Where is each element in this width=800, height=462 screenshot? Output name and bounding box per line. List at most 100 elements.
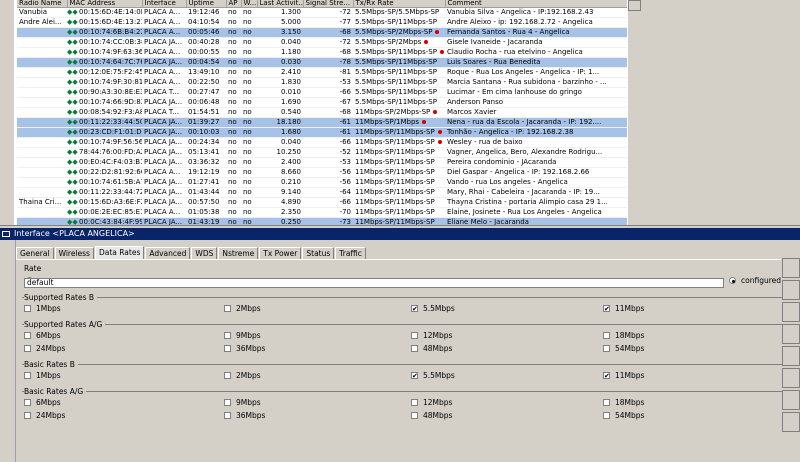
window-icon <box>2 231 10 237</box>
column-header[interactable]: Interface <box>142 0 187 8</box>
rate-checkbox[interactable] <box>24 332 31 339</box>
cell-iface: PLACA JA... <box>142 147 186 158</box>
cell-last: 1.680 <box>257 127 303 138</box>
table-row[interactable]: ◆◆00:23:CD:F1:01:D2 PLACA JA... 00:10:03 no… <box>17 127 627 138</box>
table-row[interactable]: ◆◆00:10:74:64:7C:76 PLACA JA... 00:04:54 no… <box>17 57 627 68</box>
cell-name: Thaina Cri... <box>17 197 67 208</box>
rate-checkbox[interactable] <box>603 332 610 339</box>
tab-wds[interactable]: WDS <box>191 247 218 259</box>
rate-checkbox[interactable] <box>603 399 610 406</box>
rate-checkbox[interactable] <box>224 412 231 419</box>
cell-last: 8.660 <box>257 167 303 178</box>
table-row[interactable]: ◆◆00:90:A3:30:8E:E3 PLACA T... 00:27:47 no n… <box>17 87 627 98</box>
table-row[interactable]: ◆◆00:10:74:61:5B:A7 PLACA JA... 01:27:41 no… <box>17 177 627 188</box>
cell-ap: no <box>226 157 241 168</box>
table-row[interactable]: ◆◆00:0E:2E:EC:85:E1 PLACA A... 01:05:38 no n… <box>17 207 627 218</box>
tab-wireless[interactable]: Wireless <box>54 247 94 259</box>
rate-checkbox[interactable] <box>411 412 418 419</box>
cell-uptime: 00:00:55 <box>186 47 226 58</box>
tab-nstreme[interactable]: Nstreme <box>218 247 259 259</box>
rate-checkbox[interactable] <box>24 372 31 379</box>
rate-checkbox[interactable] <box>224 399 231 406</box>
rate-checkbox[interactable] <box>603 412 610 419</box>
table-row[interactable]: ◆◆00:10:74:9F:56:56 PLACA JA... 00:24:34 no… <box>17 137 627 148</box>
column-header[interactable]: Comment <box>445 0 628 8</box>
rate-checkbox[interactable] <box>224 372 231 379</box>
rate-checkbox-label: 5.5Mbps <box>423 371 455 380</box>
rate-checkbox[interactable] <box>411 345 418 352</box>
column-header[interactable]: W... <box>241 0 258 8</box>
scan-button[interactable] <box>782 368 800 388</box>
table-row[interactable]: ◆◆00:10:74:6B:B4:22 PLACA A... 00:05:46 no n… <box>17 27 627 38</box>
group-title: Basic Rates A/G <box>24 387 87 396</box>
column-header[interactable]: Radio Name <box>17 0 68 8</box>
rate-checkbox[interactable] <box>24 412 31 419</box>
column-header[interactable]: MAC Address <box>67 0 143 8</box>
freq-usage-button[interactable] <box>782 390 800 410</box>
column-header[interactable]: Last Activit... <box>257 0 304 8</box>
signal-dot-icon <box>435 30 440 34</box>
wireless-link-icon: ◆◆ <box>67 128 78 136</box>
cell-uptime: 01:43:44 <box>186 187 226 198</box>
rate-checkbox[interactable]: ✔ <box>603 305 610 313</box>
rate-checkbox[interactable] <box>603 345 610 352</box>
cell-uptime: 01:54:51 <box>186 107 226 118</box>
cell-last: 0.210 <box>257 177 303 188</box>
interface-window-titlebar[interactable]: Interface <PLACA ANGELICA> <box>0 228 800 240</box>
table-row[interactable]: ◆◆00:10:74:66:9D:82 PLACA JA... 00:06:48 no… <box>17 97 627 108</box>
rate-checkbox[interactable] <box>24 399 31 406</box>
rate-checkbox[interactable]: ✔ <box>411 372 418 380</box>
tab-traffic[interactable]: Traffic <box>335 247 366 259</box>
rate-checkbox[interactable] <box>224 345 231 352</box>
table-row[interactable]: ◆◆00:10:74:CC:0B:38 PLACA JA... 00:40:28 no… <box>17 37 627 48</box>
rate-checkbox[interactable] <box>24 345 31 352</box>
rate-checkbox-label: 54Mbps <box>615 344 645 353</box>
tab-status[interactable]: Status <box>302 247 335 259</box>
rate-checkbox[interactable] <box>224 305 231 312</box>
apply-button[interactable] <box>782 302 800 322</box>
wireless-link-icon: ◆◆ <box>67 158 78 166</box>
rate-checkbox[interactable] <box>411 332 418 339</box>
table-row[interactable]: ◆◆00:08:54:92:F3:A8 PLACA T... 01:54:51 no n… <box>17 107 627 118</box>
table-row[interactable]: Vanubia ◆◆00:15:6D:4E:14:0E PLACA A... 19:1… <box>17 7 627 18</box>
column-header[interactable]: Uptime <box>186 0 227 8</box>
right-empty-area <box>641 0 800 225</box>
table-row[interactable]: ◆◆00:0C:43:84:4F:99 PLACA JA... 01:43:19 no… <box>17 217 627 225</box>
cell-comment: Eliane Melo - Jacaranda <box>445 217 627 225</box>
table-row[interactable]: ◆◆00:11:22:33:44:50 PLACA JA... 01:39:27 no… <box>17 117 627 128</box>
rate-checkbox[interactable] <box>411 399 418 406</box>
vertical-scrollbar[interactable] <box>627 0 641 225</box>
disable-button[interactable] <box>782 324 800 344</box>
rate-checkbox[interactable]: ✔ <box>411 305 418 313</box>
table-row[interactable]: ◆◆00:10:74:9F:30:81 PLACA A... 00:22:50 no n… <box>17 77 627 88</box>
rate-checkbox[interactable] <box>24 305 31 312</box>
column-header[interactable]: Tx/Rx Rate <box>353 0 446 8</box>
column-header[interactable]: AP <box>226 0 242 8</box>
scroll-up-arrow-icon[interactable] <box>628 0 641 11</box>
table-row[interactable]: ◆◆00:E0:4C:F4:03:B1 PLACA JA... 03:36:32 no… <box>17 157 627 168</box>
rate-checkbox[interactable]: ✔ <box>603 372 610 380</box>
tab-general[interactable]: General <box>16 247 54 259</box>
tab-data-rates[interactable]: Data Rates <box>94 246 145 259</box>
rate-configured-radio[interactable] <box>729 277 736 284</box>
comment-button[interactable] <box>782 346 800 366</box>
group-divider <box>22 324 782 325</box>
cell-iface: PLACA JA... <box>142 37 186 48</box>
column-header[interactable]: Signal Stre... <box>303 0 354 8</box>
rate-default-field[interactable]: default <box>24 278 724 288</box>
table-row[interactable]: ◆◆00:10:74:9F:63:36 PLACA A... 00:00:55 no n… <box>17 47 627 58</box>
table-row[interactable]: Andre Alei... ◆◆00:15:6D:4E:13:23 PLACA A.… <box>17 17 627 28</box>
cancel-button[interactable] <box>782 280 800 300</box>
rate-checkbox-label: 12Mbps <box>423 331 453 340</box>
ok-button[interactable] <box>782 258 800 278</box>
table-row[interactable]: ◆◆00:22:D2:81:92:66 PLACA A... 19:12:19 no n… <box>17 167 627 178</box>
table-row[interactable]: Thaina Cri... ◆◆00:15:6D:A3:6E:F2 PLACA JA… <box>17 197 627 208</box>
align-button[interactable] <box>782 412 800 432</box>
table-row[interactable]: ◆◆78:44:76:00:FD:A2 PLACA JA... 05:13:41 no… <box>17 147 627 158</box>
tab-advanced[interactable]: Advanced <box>145 247 191 259</box>
tab-tx-power[interactable]: Tx Power <box>259 247 302 259</box>
cell-comment: Tonhão - Angelica - IP: 192.168.2.38 <box>445 127 627 138</box>
rate-checkbox[interactable] <box>224 332 231 339</box>
table-row[interactable]: ◆◆00:11:22:33:44:72 PLACA JA... 01:43:44 no… <box>17 187 627 198</box>
table-row[interactable]: ◆◆00:12:0E:75:F2:45 PLACA A... 13:49:10 no n… <box>17 67 627 78</box>
